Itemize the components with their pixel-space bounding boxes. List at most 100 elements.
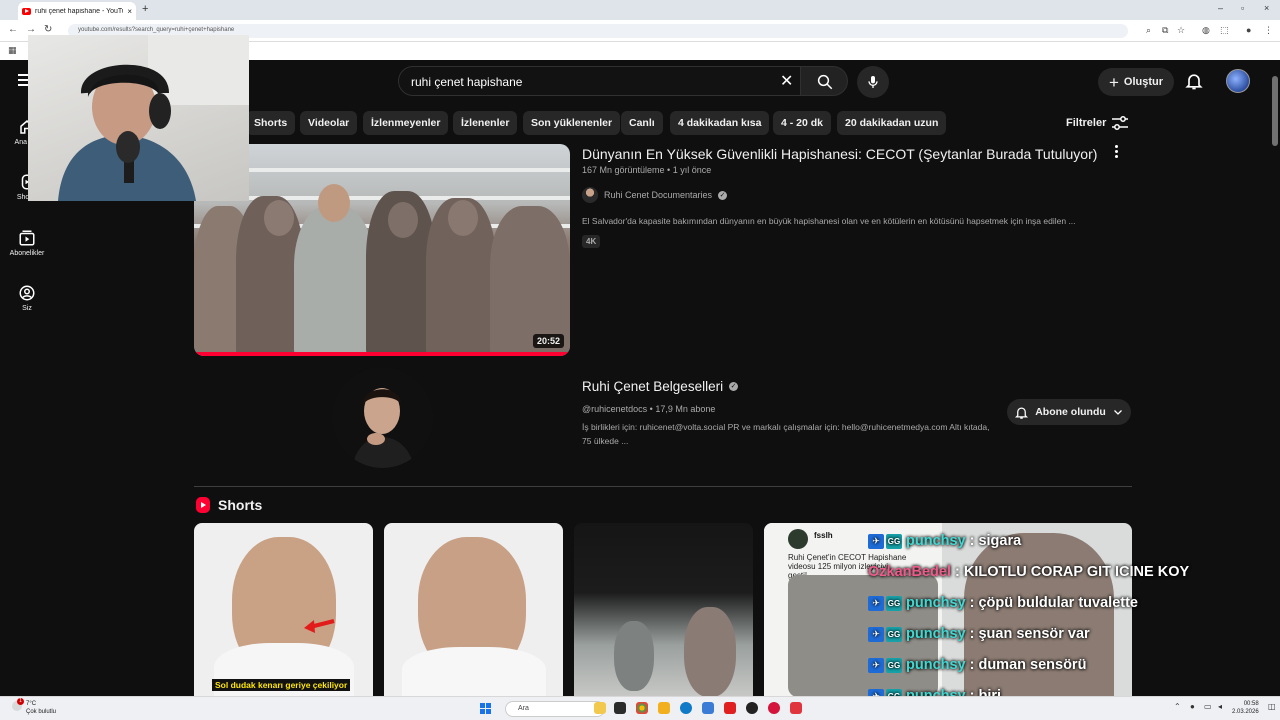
filters-label: Filtreler (1066, 117, 1107, 129)
filters-button[interactable]: Filtreler (1066, 116, 1129, 130)
chat-text: çöpü buldular tuvalette (978, 595, 1138, 611)
weather-widget[interactable]: 1 7°C Çok bulutlu (12, 698, 56, 716)
store-app-icon[interactable] (702, 702, 714, 714)
install-icon[interactable]: ⧉ (1162, 25, 1168, 36)
browser-tab-youtube[interactable]: ruhi çenet hapishane - YouTube × (18, 2, 136, 20)
browser-menu-icon[interactable]: ⋮ (1264, 25, 1273, 36)
poster-avatar (788, 529, 808, 549)
short-card[interactable] (574, 523, 753, 697)
zoom-icon[interactable]: ⌕ (1146, 25, 1151, 36)
chat-username: punchsy (906, 533, 966, 549)
video-duration: 20:52 (532, 334, 564, 348)
chat-badge-icon: ✈ (868, 533, 884, 549)
search-input[interactable]: ruhi çenet hapishane (398, 66, 802, 96)
channel-meta: @ruhicenetdocs • 17,9 Mn abone (582, 404, 716, 414)
tab-close-icon[interactable]: × (127, 7, 132, 16)
notifications-bell-icon[interactable] (1184, 71, 1204, 91)
widget-app-icon[interactable] (594, 702, 606, 714)
profile-icon[interactable]: ● (1246, 25, 1251, 35)
volume-icon[interactable]: ◂ (1218, 702, 1222, 711)
video-title[interactable]: Dünyanın En Yüksek Güvenlikli Hapishanes… (582, 146, 1097, 162)
chat-text: sigara (978, 533, 1022, 549)
media-app-icon[interactable] (768, 702, 780, 714)
chat-badge-icon: GG (886, 533, 902, 549)
network-icon[interactable]: ▭ (1204, 702, 1212, 711)
subscribed-label: Abone olundu (1035, 406, 1106, 418)
chip-under-4-min[interactable]: 4 dakikadan kısa (670, 111, 770, 135)
extensions-puzzle-icon[interactable]: ⬚ (1220, 25, 1229, 36)
clear-search-icon[interactable]: ✕ (780, 71, 793, 91)
shorts-heading: Shorts (218, 497, 263, 513)
chat-text: şuan sensör var (978, 626, 1090, 642)
search-button[interactable] (800, 66, 848, 96)
chat-message: ✈ GG punchsy : şuan sensör var (868, 626, 1278, 642)
minimize-button[interactable]: – (1218, 3, 1223, 13)
video-meta: 167 Mn görüntüleme • 1 yıl önce (582, 165, 712, 175)
subscribed-button[interactable]: Abone olundu (1007, 399, 1131, 425)
video-thumbnail[interactable]: 20:52 (194, 144, 570, 356)
chip-over-20-min[interactable]: 20 dakikadan uzun (837, 111, 947, 135)
file-explorer-icon[interactable] (658, 702, 670, 714)
apps-grid-icon[interactable]: ▦ (8, 45, 17, 56)
app-icon[interactable] (790, 702, 802, 714)
bookmark-star-icon[interactable]: ☆ (1177, 25, 1185, 36)
forward-arrow-icon[interactable]: → (26, 24, 36, 35)
windows-start-icon[interactable] (480, 703, 491, 714)
short-card[interactable] (384, 523, 563, 697)
extension-icon[interactable]: ◍ (1202, 25, 1210, 36)
short-card[interactable]: Sol dudak kenarı geriye çekiliyor (194, 523, 373, 697)
task-view-icon[interactable] (614, 702, 626, 714)
tray-chevron-icon[interactable]: ⌃ (1174, 702, 1181, 711)
edge-app-icon[interactable] (680, 702, 692, 714)
new-tab-button[interactable]: + (142, 3, 148, 15)
sidebar-item-you[interactable]: Siz (0, 284, 54, 312)
microphone-icon (868, 76, 878, 88)
sliders-icon (1112, 116, 1129, 130)
chat-separator: : (969, 533, 975, 549)
taskbar-search-input[interactable]: Ara (505, 701, 605, 717)
page-scrollbar[interactable] (1272, 62, 1278, 696)
chrome-app-icon[interactable] (636, 702, 648, 714)
channel-name-row[interactable]: Ruhi Çenet Belgeselleri ✓ (582, 379, 739, 394)
chat-separator: : (969, 657, 975, 673)
chat-badge-icon: GG (886, 595, 902, 611)
system-clock[interactable]: 00:58 2.03.2026 (1232, 700, 1259, 716)
video-channel-row[interactable]: Ruhi Cenet Documentaries ✓ (582, 187, 728, 203)
chip-recently-uploaded[interactable]: Son yüklenenler (523, 111, 621, 135)
channel-avatar-small (582, 187, 598, 203)
create-label: Oluştur (1123, 76, 1164, 88)
chat-username: punchsy (906, 626, 966, 642)
notifications-icon[interactable]: ◫ (1268, 702, 1276, 711)
voice-search-button[interactable] (857, 66, 889, 98)
chip-live[interactable]: Canlı (621, 111, 663, 135)
back-arrow-icon[interactable]: ← (8, 24, 18, 35)
maximize-button[interactable]: ▫ (1241, 3, 1244, 13)
create-button[interactable]: + Oluştur (1098, 68, 1174, 96)
sidebar-item-label: Siz (22, 305, 32, 312)
chat-separator: : (955, 564, 960, 580)
obs-app-icon[interactable] (746, 702, 758, 714)
sidebar-item-subscriptions[interactable]: Abonelikler (0, 229, 54, 257)
windows-taskbar: 1 7°C Çok bulutlu Ara ⌃ ● ▭ ◂ 00:58 2.03… (0, 696, 1280, 720)
chip-videos[interactable]: Videolar (300, 111, 358, 135)
clock-date: 2.03.2026 (1232, 709, 1259, 715)
chip-watched[interactable]: İzlenenler (453, 111, 518, 135)
channel-avatar[interactable] (332, 367, 433, 468)
reload-icon[interactable]: ↻ (44, 24, 52, 35)
account-avatar[interactable] (1226, 69, 1250, 93)
close-window-button[interactable]: × (1264, 3, 1269, 13)
chip-4-20-min[interactable]: 4 - 20 dk (773, 111, 832, 135)
chat-username: punchsy (906, 657, 966, 673)
video-description: El Salvador'da kapasite bakımından dünya… (582, 216, 1076, 226)
chat-badge-icon: ✈ (868, 657, 884, 673)
chip-shorts[interactable]: Shorts (246, 111, 296, 135)
streamer-figure-icon (58, 35, 249, 201)
chat-username: OzkanBedel (868, 564, 951, 580)
chip-unwatched[interactable]: İzlenmeyenler (363, 111, 449, 135)
microphone-tray-icon[interactable]: ● (1190, 702, 1195, 711)
clock-time: 00:58 (1243, 701, 1259, 707)
chat-text: KILOTLU CORAP GIT ICINE KOY (963, 564, 1190, 580)
youtube-app-icon[interactable] (724, 702, 736, 714)
chat-separator: : (969, 595, 975, 611)
video-more-icon[interactable] (1115, 145, 1118, 160)
